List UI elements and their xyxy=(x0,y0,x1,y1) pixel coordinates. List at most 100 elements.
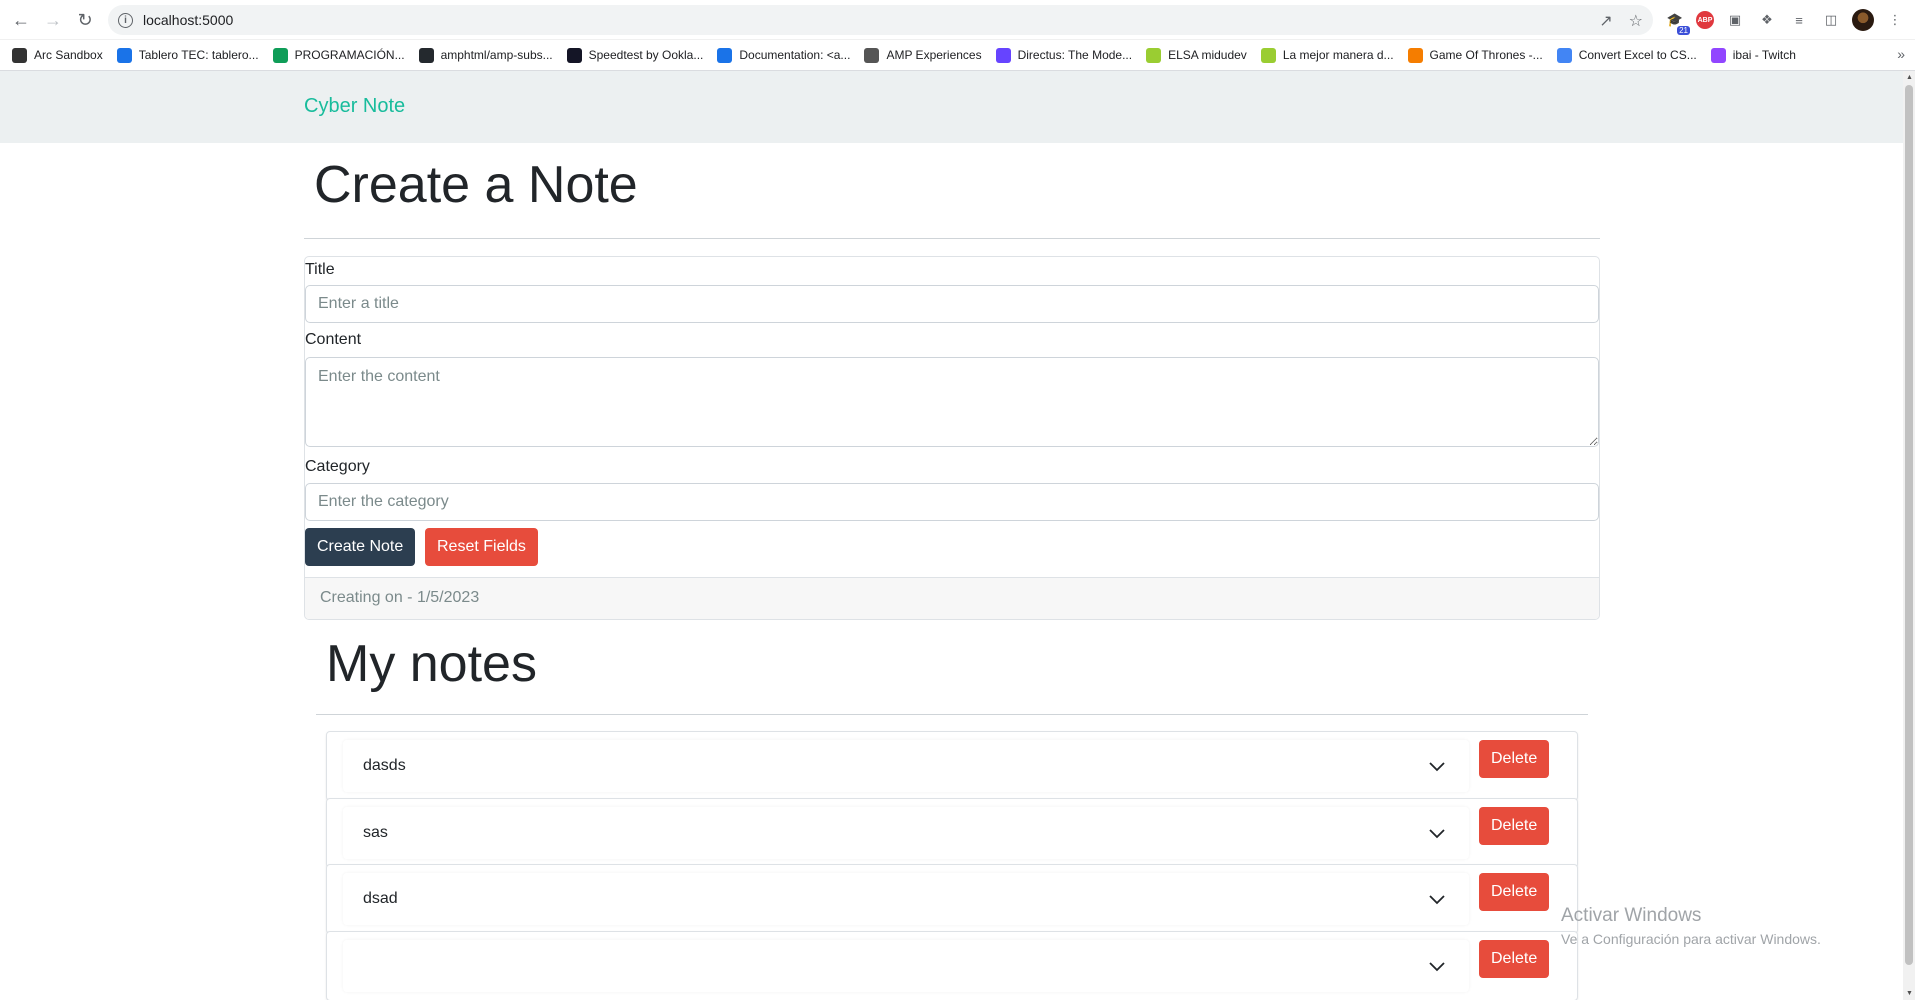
bookmark-item[interactable]: ELSA midudev xyxy=(1146,47,1247,63)
bookmark-label: La mejor manera d... xyxy=(1282,48,1394,62)
chevron-down-icon[interactable] xyxy=(1427,823,1447,843)
bookmark-label: Speedtest by Ookla... xyxy=(588,48,704,62)
bookmark-favicon-icon xyxy=(566,47,582,63)
bookmark-label: PROGRAMACIÓN... xyxy=(294,48,405,62)
bookmark-item[interactable]: Tablero TEC: tablero... xyxy=(116,47,259,63)
creation-date-text: Creating on - 1/5/2023 xyxy=(320,589,480,606)
category-label: Category xyxy=(305,458,370,475)
adblock-plus-icon[interactable]: ABP xyxy=(1696,11,1714,29)
bookmark-item[interactable]: Documentation: <a... xyxy=(717,47,851,63)
note-item: sas Delete xyxy=(326,797,1578,868)
note-accordion-header[interactable] xyxy=(343,939,1469,992)
delete-note-button[interactable]: Delete xyxy=(1479,740,1550,778)
bookmark-favicon-icon xyxy=(418,47,434,63)
bookmark-label: Directus: The Mode... xyxy=(1017,48,1133,62)
bookmark-favicon-icon xyxy=(1710,47,1726,63)
title-input[interactable] xyxy=(305,285,1599,323)
site-navbar: Cyber Note xyxy=(0,71,1903,143)
puzzle-extensions-icon[interactable]: ❖ xyxy=(1756,9,1778,31)
bookmark-favicon-icon xyxy=(272,47,288,63)
bookmark-label: Documentation: <a... xyxy=(739,48,851,62)
note-item: dsad Delete xyxy=(326,864,1578,934)
bookmarks-bar: Arc Sandbox Tablero TEC: tablero... PROGRA… xyxy=(0,40,1915,71)
bookmark-item[interactable]: Speedtest by Ookla... xyxy=(566,47,704,63)
form-footer: Creating on - 1/5/2023 xyxy=(305,577,1599,619)
page-viewport: Cyber Note Create a Note Title Content C… xyxy=(0,71,1903,1000)
page-title: Create a Note xyxy=(314,156,638,214)
title-label: Title xyxy=(305,261,335,278)
bookmark-item[interactable]: Directus: The Mode... xyxy=(995,47,1133,63)
back-arrow-icon[interactable]: ← xyxy=(10,9,32,31)
divider xyxy=(304,238,1600,239)
note-form-card: Title Content Category Create Note Reset… xyxy=(304,256,1600,620)
brand-link[interactable]: Cyber Note xyxy=(304,95,405,118)
reader-extension-icon[interactable]: ▣ xyxy=(1724,9,1746,31)
reset-fields-button[interactable]: Reset Fields xyxy=(425,528,538,566)
bookmark-favicon-icon xyxy=(116,47,132,63)
graduation-cap-extension-icon[interactable]: 🎓 21 xyxy=(1664,9,1690,35)
delete-note-button[interactable]: Delete xyxy=(1479,873,1550,911)
bookmark-favicon-icon xyxy=(995,47,1011,63)
bookmark-item[interactable]: PROGRAMACIÓN... xyxy=(272,47,405,63)
note-accordion-header[interactable]: sas xyxy=(343,806,1469,859)
reload-icon[interactable]: ↻ xyxy=(74,9,96,31)
scrollbar-thumb[interactable] xyxy=(1905,85,1913,965)
delete-note-button[interactable]: Delete xyxy=(1479,939,1550,978)
bookmark-label: amphtml/amp-subs... xyxy=(440,48,553,62)
bookmark-item[interactable]: amphtml/amp-subs... xyxy=(418,47,553,63)
watermark-title: Activar Windows xyxy=(1561,905,1702,926)
content-textarea[interactable] xyxy=(305,357,1599,447)
bookmark-label: ibai - Twitch xyxy=(1732,48,1796,62)
bookmark-favicon-icon xyxy=(864,47,880,63)
url-text: localhost:5000 xyxy=(143,12,234,28)
bookmark-label: Arc Sandbox xyxy=(34,48,103,62)
bookmark-item[interactable]: Arc Sandbox xyxy=(12,47,103,63)
note-accordion-header[interactable]: dsad xyxy=(343,873,1469,925)
bookmark-favicon-icon xyxy=(717,47,733,63)
bookmark-item[interactable]: Convert Excel to CS... xyxy=(1556,47,1697,63)
more-bookmarks-icon[interactable]: » xyxy=(1897,46,1905,62)
bookmark-favicon-icon xyxy=(1407,47,1423,63)
bookmark-star-icon[interactable]: ☆ xyxy=(1629,11,1643,31)
bookmark-label: Convert Excel to CS... xyxy=(1578,48,1697,62)
chrome-menu-icon[interactable]: ⋮ xyxy=(1884,9,1906,31)
note-item: dasds Delete xyxy=(326,731,1578,801)
bookmark-item[interactable]: AMP Experiences xyxy=(864,47,982,63)
bookmark-favicon-icon xyxy=(1146,47,1162,63)
chevron-down-icon[interactable] xyxy=(1427,889,1447,909)
create-note-button[interactable]: Create Note xyxy=(305,528,416,566)
watermark-subtitle: Ve a Configuración para activar Windows. xyxy=(1561,931,1821,947)
chevron-down-icon[interactable] xyxy=(1427,956,1447,976)
bookmark-label: AMP Experiences xyxy=(886,48,982,62)
bookmark-favicon-icon xyxy=(1260,47,1276,63)
profile-avatar[interactable] xyxy=(1852,9,1874,31)
bookmark-item[interactable]: ibai - Twitch xyxy=(1710,47,1796,63)
media-queue-icon[interactable]: ≡ xyxy=(1788,9,1810,31)
category-input[interactable] xyxy=(305,483,1599,521)
divider xyxy=(316,714,1588,715)
note-accordion-header[interactable]: dasds xyxy=(343,740,1469,792)
note-title: dsad xyxy=(363,890,398,907)
bookmark-item[interactable]: Game Of Thrones -... xyxy=(1407,47,1543,63)
bookmark-item[interactable]: La mejor manera d... xyxy=(1260,47,1394,63)
extension-badge: 21 xyxy=(1677,26,1690,35)
side-panel-icon[interactable]: ◫ xyxy=(1820,9,1842,31)
address-bar[interactable]: i localhost:5000 ↗ ☆ xyxy=(108,5,1653,35)
bookmark-label: Game Of Thrones -... xyxy=(1429,48,1543,62)
bookmark-label: Tablero TEC: tablero... xyxy=(138,48,259,62)
chevron-down-icon[interactable] xyxy=(1427,756,1447,776)
delete-note-button[interactable]: Delete xyxy=(1479,806,1550,845)
notes-heading: My notes xyxy=(326,635,537,693)
page-scrollbar[interactable]: ▲ ▼ xyxy=(1903,71,1915,1000)
note-item: Delete xyxy=(326,930,1578,1000)
share-icon[interactable]: ↗ xyxy=(1599,11,1612,31)
scroll-up-arrow-icon[interactable]: ▲ xyxy=(1906,74,1913,81)
scroll-down-arrow-icon[interactable]: ▼ xyxy=(1906,990,1913,997)
bookmark-label: ELSA midudev xyxy=(1168,48,1247,62)
forward-arrow-icon[interactable]: → xyxy=(42,9,64,31)
note-title: sas xyxy=(363,823,388,841)
bookmark-favicon-icon xyxy=(12,47,27,63)
site-info-icon[interactable]: i xyxy=(118,12,133,28)
windows-activation-watermark: Activar Windows Ve a Configuración para … xyxy=(1561,905,1821,947)
content-label: Content xyxy=(305,331,362,348)
